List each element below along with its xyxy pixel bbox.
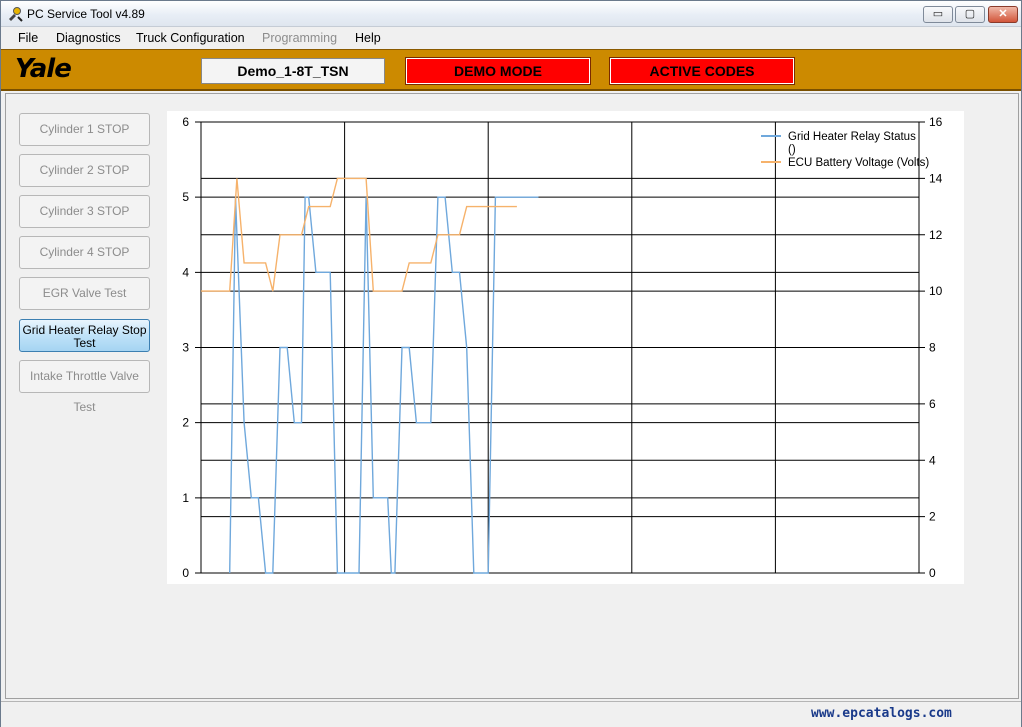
menu-file[interactable]: File — [18, 31, 38, 45]
legend-label-1: () — [788, 144, 796, 156]
brand-bar: Yale Demo_1-8T_TSN DEMO MODE ACTIVE CODE… — [1, 49, 1021, 91]
left-tick-label-0: 0 — [182, 566, 189, 580]
left-tick-label-6: 6 — [182, 115, 189, 129]
cylinder-3-stop-button[interactable]: Cylinder 3 STOP — [19, 195, 150, 228]
demo-mode-indicator: DEMO MODE — [405, 57, 591, 85]
minimize-button[interactable]: ▭ — [923, 6, 953, 23]
right-tick-label-0: 0 — [929, 566, 936, 580]
title-bar[interactable]: PC Service Tool v4.89 ▭ ▢ ✕ — [1, 1, 1021, 27]
grid-heater-relay-stop-test-button[interactable]: Grid Heater Relay Stop Test — [19, 319, 150, 352]
maximize-button[interactable]: ▢ — [955, 6, 985, 23]
right-tick-label-3: 6 — [929, 397, 936, 411]
cylinder-4-stop-button[interactable]: Cylinder 4 STOP — [19, 236, 150, 269]
menu-programming[interactable]: Programming — [262, 31, 337, 45]
chart-panel: 0 1 2 3 4 5 6 0 2 4 6 8 10 12 14 16 Grid Heater Relay St… — [167, 111, 964, 584]
left-tick-label-3: 3 — [182, 341, 189, 355]
close-button[interactable]: ✕ — [988, 6, 1018, 23]
yale-logo: Yale — [15, 54, 72, 84]
menu-bar: File Diagnostics Truck Configuration Pro… — [1, 27, 1021, 49]
legend-label-0: Grid Heater Relay Status — [788, 131, 916, 143]
left-tick-label-1: 1 — [182, 491, 189, 505]
left-tick-label-2: 2 — [182, 416, 189, 430]
right-tick-label-4: 8 — [929, 341, 936, 355]
menu-truck-configuration[interactable]: Truck Configuration — [136, 31, 245, 45]
cylinder-2-stop-button[interactable]: Cylinder 2 STOP — [19, 154, 150, 187]
intake-throttle-valve-test-button[interactable]: Intake Throttle Valve Test — [19, 360, 150, 414]
right-tick-label-5: 10 — [929, 284, 943, 298]
menu-diagnostics[interactable]: Diagnostics — [56, 31, 121, 45]
window-title: PC Service Tool v4.89 — [27, 7, 145, 21]
watermark-text: www.epcatalogs.com — [811, 706, 952, 721]
app-tool-icon — [9, 7, 23, 22]
right-tick-label-8: 16 — [929, 115, 943, 129]
status-bar: www.epcatalogs.com — [1, 701, 1021, 727]
left-tick-label-5: 5 — [182, 190, 189, 204]
menu-help[interactable]: Help — [355, 31, 381, 45]
right-tick-label-6: 12 — [929, 228, 943, 242]
right-tick-label-2: 4 — [929, 453, 936, 467]
truck-id-display: Demo_1-8T_TSN — [201, 58, 385, 84]
app-window: PC Service Tool v4.89 ▭ ▢ ✕ File Diagnos… — [0, 0, 1022, 727]
chart: 01234560246810121416Grid Heater Relay St… — [182, 115, 943, 580]
legend-label-2: ECU Battery Voltage (Volts) — [788, 157, 929, 169]
left-tick-label-4: 4 — [182, 265, 189, 279]
cylinder-1-stop-button[interactable]: Cylinder 1 STOP — [19, 113, 150, 146]
active-codes-button[interactable]: ACTIVE CODES — [609, 57, 795, 85]
right-tick-label-1: 2 — [929, 510, 936, 524]
right-tick-label-7: 14 — [929, 171, 943, 185]
egr-valve-test-button[interactable]: EGR Valve Test — [19, 277, 150, 310]
